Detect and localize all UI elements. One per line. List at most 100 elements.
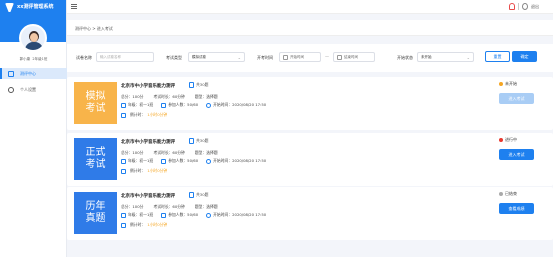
status-value: 未开始 bbox=[421, 55, 432, 59]
user-name: 郭小康 bbox=[19, 57, 31, 61]
chevron-down-icon: ⌄ bbox=[466, 55, 470, 60]
exam-cover-image[interactable]: 正式 考试 bbox=[74, 138, 117, 180]
user-info: 郭小康 2年级1班 bbox=[0, 57, 67, 62]
menu-collapse-icon[interactable] bbox=[71, 4, 77, 9]
question-type: 题型：选择题 bbox=[194, 150, 218, 155]
exam-type-value: 模拟试卷 bbox=[192, 55, 206, 59]
document-icon bbox=[189, 192, 194, 198]
document-icon bbox=[189, 82, 194, 88]
participants-info: 参加人数：50/60 bbox=[161, 212, 198, 218]
filter-bar: 试卷名称 输入试卷名称 考试类型 模拟试卷 ⌄ 开考时间 开始时间 — 结束时间 … bbox=[67, 44, 553, 72]
cover-text-line2: 真题 bbox=[85, 213, 106, 224]
status-badge: 进行中 bbox=[499, 137, 517, 143]
countdown-label: 倒计时： bbox=[130, 168, 146, 173]
exam-cover-image[interactable]: 模拟 考试 bbox=[74, 82, 117, 124]
sidebar-header: xx测评管理系统 bbox=[0, 0, 66, 52]
exam-title: 北京市中小学音乐能力测评 bbox=[121, 140, 175, 145]
start-time-text: 开始时间：2020/08/20 17:50 bbox=[213, 212, 267, 217]
reset-button[interactable]: 重置 bbox=[485, 51, 510, 62]
question-count-text: 共30题 bbox=[196, 138, 209, 143]
total-score: 总分：100分 bbox=[121, 94, 144, 99]
exam-card: 正式 考试 北京市中小学音乐能力测评 共30题 总分：100分 考试时长：60分… bbox=[67, 133, 553, 186]
start-time-text: 开始时间：2020/08/20 17:50 bbox=[213, 102, 267, 107]
notification-bell-icon[interactable] bbox=[509, 3, 515, 10]
exam-title: 北京市中小学音乐能力测评 bbox=[121, 194, 175, 199]
exam-action-button[interactable]: 进入考试 bbox=[499, 149, 534, 160]
grade-icon bbox=[121, 158, 126, 164]
exam-cover-image[interactable]: 历年 真题 bbox=[74, 192, 117, 234]
people-icon bbox=[161, 102, 167, 108]
question-count: 共30题 bbox=[189, 192, 208, 198]
sidebar: xx测评管理系统 郭小康 2年级1班 测评中心 个人设置 bbox=[0, 0, 67, 257]
exam-type-select[interactable]: 模拟试卷 ⌄ bbox=[188, 52, 245, 62]
start-time-text: 开始时间：2020/08/20 17:50 bbox=[213, 158, 267, 163]
people-icon bbox=[161, 158, 167, 164]
exit-link[interactable]: 退出 bbox=[531, 4, 539, 10]
countdown-value: 1小时0分钟 bbox=[147, 112, 168, 117]
grade-icon bbox=[121, 102, 126, 108]
breadcrumb: 测评中心 > 进入考试 bbox=[67, 20, 553, 36]
type-label: 考试类型 bbox=[166, 55, 182, 60]
clock-icon bbox=[206, 158, 212, 164]
sidebar-item-settings[interactable]: 个人设置 bbox=[0, 84, 67, 95]
exam-title: 北京市中小学音乐能力测评 bbox=[121, 84, 175, 89]
calendar-icon bbox=[283, 54, 288, 60]
question-count: 共30题 bbox=[189, 82, 208, 88]
sidebar-item-test-center[interactable]: 测评中心 bbox=[0, 68, 67, 79]
participants-text: 参加人数：50/60 bbox=[168, 158, 199, 163]
countdown-value: 1小时0分钟 bbox=[147, 168, 168, 173]
status-label: 开始状态 bbox=[397, 55, 413, 60]
sidebar-item-label: 个人设置 bbox=[20, 86, 36, 92]
grade-text: 年级：初一1班 bbox=[128, 158, 154, 163]
user-icon bbox=[8, 86, 14, 93]
countdown: 倒计时： 1小时0分钟 bbox=[121, 222, 167, 228]
start-time-info: 开始时间：2020/08/20 17:50 bbox=[206, 212, 266, 218]
confirm-button[interactable]: 确定 bbox=[512, 51, 537, 62]
status-text: 已结束 bbox=[505, 191, 517, 196]
question-count-text: 共30题 bbox=[196, 82, 209, 87]
chevron-down-icon: ⌄ bbox=[237, 55, 241, 60]
exam-duration: 考试时长：60分钟 bbox=[153, 150, 185, 155]
start-date-placeholder: 开始时间 bbox=[290, 54, 304, 59]
start-date-field[interactable]: 开始时间 bbox=[279, 52, 321, 62]
countdown-label: 倒计时： bbox=[130, 112, 146, 117]
status-text: 未开始 bbox=[505, 81, 517, 86]
clock-icon bbox=[206, 212, 212, 218]
sidebar-item-label: 测评中心 bbox=[20, 70, 36, 76]
question-type: 题型：选择题 bbox=[194, 94, 218, 99]
countdown: 倒计时： 1小时0分钟 bbox=[121, 168, 167, 174]
total-score: 总分：100分 bbox=[121, 150, 144, 155]
time-label: 开考时间 bbox=[257, 55, 273, 60]
status-badge: 已结束 bbox=[499, 191, 517, 197]
cover-text-line2: 考试 bbox=[85, 159, 106, 170]
status-select[interactable]: 未开始 ⌄ bbox=[417, 52, 474, 62]
countdown: 倒计时： 1小时0分钟 bbox=[121, 112, 167, 118]
date-separator: — bbox=[325, 54, 329, 59]
exam-duration: 考试时长：60分钟 bbox=[153, 204, 185, 209]
app-title: xx测评管理系统 bbox=[17, 4, 54, 10]
people-icon bbox=[161, 212, 167, 218]
countdown-label: 倒计时： bbox=[130, 222, 146, 227]
status-dot-icon bbox=[499, 192, 503, 196]
end-date-field[interactable]: 结束时间 bbox=[333, 52, 375, 62]
timer-icon bbox=[121, 112, 126, 118]
timer-icon bbox=[121, 222, 126, 228]
name-label: 试卷名称 bbox=[76, 55, 92, 60]
exam-action-button[interactable]: 查看成绩 bbox=[499, 203, 534, 214]
divider bbox=[518, 3, 519, 10]
status-badge: 未开始 bbox=[499, 81, 517, 87]
grid-icon bbox=[8, 70, 14, 77]
exam-action-button[interactable]: 进入考试 bbox=[499, 93, 534, 104]
power-icon[interactable] bbox=[522, 3, 528, 10]
grade-icon bbox=[121, 212, 126, 218]
participants-info: 参加人数：50/60 bbox=[161, 102, 198, 108]
exam-name-input[interactable]: 输入试卷名称 bbox=[96, 52, 154, 62]
grade-text: 年级：初一1班 bbox=[128, 102, 154, 107]
grade-text: 年级：初一1班 bbox=[128, 212, 154, 217]
exam-card: 模拟 考试 北京市中小学音乐能力测评 共30题 总分：100分 考试时长：60分… bbox=[67, 77, 553, 130]
avatar[interactable] bbox=[19, 24, 47, 52]
logo-icon bbox=[5, 3, 14, 12]
topbar: 退出 bbox=[67, 0, 553, 14]
grade-info: 年级：初一1班 bbox=[121, 212, 153, 218]
exam-card: 历年 真题 北京市中小学音乐能力测评 共30题 总分：100分 考试时长：60分… bbox=[67, 187, 553, 240]
